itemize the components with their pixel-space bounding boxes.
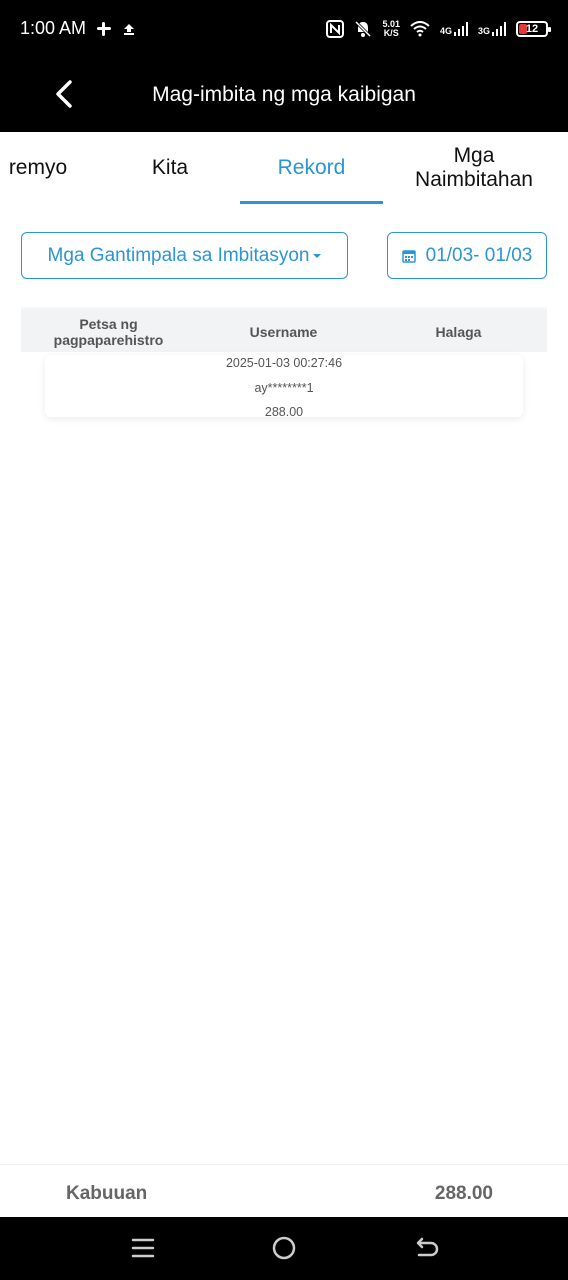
calendar-icon <box>401 249 416 263</box>
page-title: Mag-imbita ng mga kaibigan <box>152 82 416 106</box>
battery-icon: 12 <box>516 20 551 37</box>
total-footer: Kabuuan 288.00 <box>0 1164 568 1217</box>
row-username: ay********1 <box>254 381 314 395</box>
table-row: 2025-01-03 00:27:46 ay********1 288.00 <box>45 355 523 419</box>
home-icon[interactable] <box>269 1233 299 1263</box>
menu-icon[interactable] <box>128 1233 158 1263</box>
back-arrow-icon[interactable] <box>50 79 80 109</box>
signal-4g: 4G <box>440 21 468 36</box>
row-amount: 288.00 <box>264 405 304 419</box>
reward-type-label: Mga Gantimpala sa Imbitasyon <box>47 244 310 266</box>
signal-bars-icon <box>453 21 468 36</box>
table-header: Petsa ng pagpaparehistro Username Halaga <box>21 307 547 352</box>
slack-icon <box>97 21 112 36</box>
status-time: 1:00 AM <box>20 18 87 38</box>
tab-bar: remyo Kita Rekord Mga Naimbitahan <box>0 132 568 204</box>
active-tab-indicator <box>240 201 383 204</box>
tab-premyo[interactable]: remyo <box>0 132 78 204</box>
mute-bell-icon <box>355 20 372 37</box>
row-date: 2025-01-03 00:27:46 <box>225 356 343 370</box>
tab-kita[interactable]: Kita <box>100 132 240 204</box>
reward-type-dropdown[interactable]: Mga Gantimpala sa Imbitasyon <box>21 232 348 279</box>
signal-bars-icon <box>492 21 506 36</box>
wifi-icon <box>410 20 430 36</box>
date-range-button[interactable]: 01/03- 01/03 <box>387 232 547 279</box>
column-header-username: Username <box>249 323 318 340</box>
tab-rekord[interactable]: Rekord <box>240 132 383 204</box>
tab-mga-naimbitahan[interactable]: Mga Naimbitahan <box>395 132 553 204</box>
app-header: Mag-imbita ng mga kaibigan <box>0 57 568 132</box>
signal-3g: 3G <box>478 21 506 36</box>
system-nav-bar <box>0 1217 568 1280</box>
date-range-label: 01/03- 01/03 <box>425 244 533 266</box>
net-speed: 5.01 K/S <box>382 18 400 38</box>
status-bar: 1:00 AM 5.01 K/S 4G 3G 12 <box>0 0 568 57</box>
total-label: Kabuuan <box>66 1183 148 1204</box>
column-header-date: Petsa ng pagpaparehistro <box>53 315 164 348</box>
nfc-icon <box>326 19 345 38</box>
back-icon[interactable] <box>411 1233 441 1263</box>
caret-down-icon <box>313 253 322 258</box>
total-value: 288.00 <box>434 1183 493 1204</box>
column-header-amount: Halaga <box>435 323 482 340</box>
upload-icon <box>124 23 135 35</box>
